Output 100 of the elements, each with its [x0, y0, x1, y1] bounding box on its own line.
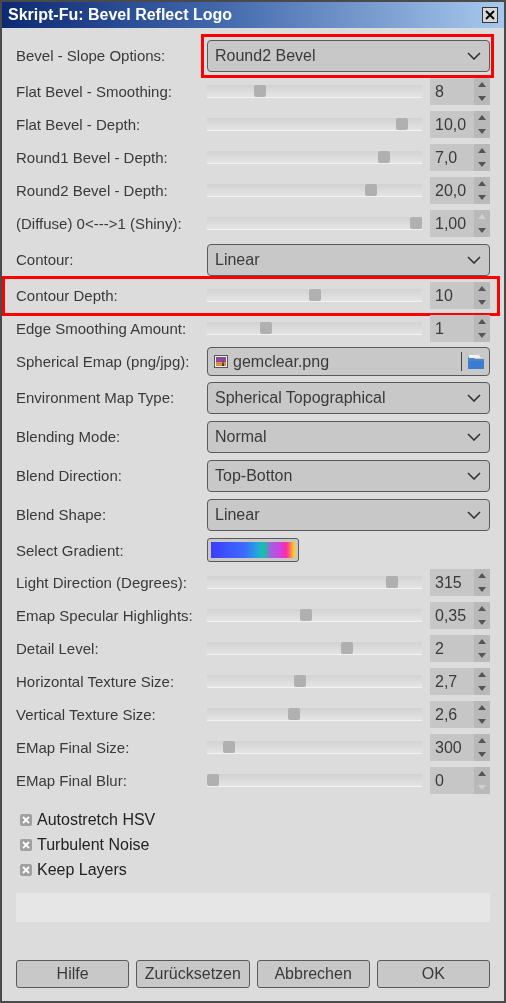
spin-field[interactable]: 2,6 [430, 701, 490, 728]
down-arrow-icon[interactable] [478, 751, 486, 757]
down-arrow-icon[interactable] [478, 332, 486, 338]
slider-track[interactable] [207, 217, 422, 230]
slider-track[interactable] [207, 85, 422, 98]
slider-track[interactable] [207, 708, 422, 721]
slider-thumb[interactable] [300, 609, 313, 621]
up-arrow-icon[interactable] [478, 639, 486, 645]
slider-thumb[interactable] [395, 118, 408, 130]
spin-field[interactable]: 10 [430, 282, 490, 309]
spin-field[interactable]: 315 [430, 569, 490, 596]
field-label: Spherical Emap (png/jpg): [16, 353, 191, 370]
slider-track[interactable] [207, 576, 422, 589]
slider-thumb[interactable] [377, 151, 390, 163]
up-arrow-icon[interactable] [478, 181, 486, 187]
slider-thumb[interactable] [223, 741, 236, 753]
spin-field[interactable]: 2 [430, 635, 490, 662]
up-arrow-icon[interactable] [478, 672, 486, 678]
down-arrow-icon[interactable] [478, 718, 486, 724]
up-arrow-icon[interactable] [478, 115, 486, 121]
slider-thumb[interactable] [308, 289, 321, 301]
spin-field[interactable]: 10,0 [430, 111, 490, 138]
down-arrow-icon[interactable] [478, 194, 486, 200]
slider-track[interactable] [207, 151, 422, 164]
field-label: Contour: [16, 251, 75, 268]
down-arrow-icon[interactable] [478, 586, 486, 592]
dialog-button[interactable]: Abbrechen [256, 960, 370, 988]
dropdown[interactable]: Round2 Bevel [207, 39, 490, 72]
slider-thumb[interactable] [207, 774, 219, 786]
spin-field[interactable]: 0 [430, 767, 490, 794]
up-arrow-icon[interactable] [478, 771, 486, 777]
field-label: Flat Bevel - Smoothing: [16, 83, 173, 100]
field-label: Round2 Bevel - Depth: [16, 182, 169, 199]
slider-track[interactable] [207, 118, 422, 131]
slider-track[interactable] [207, 184, 422, 197]
slider-thumb[interactable] [365, 184, 378, 196]
down-arrow-icon[interactable] [478, 227, 486, 233]
slider-track[interactable] [207, 642, 422, 655]
slider-track[interactable] [207, 609, 422, 622]
field-label: Emap Specular Highlights: [16, 607, 194, 624]
up-arrow-icon[interactable] [478, 82, 486, 88]
dropdown[interactable]: Normal [207, 420, 490, 453]
field-label: Bevel - Slope Options: [16, 47, 167, 64]
slider-track[interactable] [207, 774, 422, 787]
slider-thumb[interactable] [410, 217, 422, 229]
down-arrow-icon[interactable] [478, 619, 486, 625]
chevron-down-icon [467, 510, 481, 519]
slider-track[interactable] [207, 322, 422, 335]
dropdown[interactable]: Linear [207, 498, 490, 531]
spin-field[interactable]: 300 [430, 734, 490, 761]
slider-track[interactable] [207, 675, 422, 688]
up-arrow-icon[interactable] [478, 705, 486, 711]
up-arrow-icon[interactable] [478, 319, 486, 325]
chevron-down-icon [467, 471, 481, 480]
field-label: Blend Shape: [16, 506, 108, 523]
up-arrow-icon[interactable] [478, 286, 486, 292]
down-arrow-icon[interactable] [478, 128, 486, 134]
spin-field[interactable]: 1 [430, 315, 490, 342]
down-arrow-icon[interactable] [478, 95, 486, 101]
dialog-button[interactable]: OK [376, 960, 490, 988]
field-label: (Diffuse) 0<--->1 (Shiny): [16, 215, 183, 232]
dropdown[interactable]: Top-Botton [207, 459, 490, 492]
slider-track[interactable] [207, 741, 422, 754]
chevron-down-icon [467, 51, 481, 60]
field-label: Select Gradient: [16, 541, 125, 559]
up-arrow-icon[interactable] [478, 573, 486, 579]
up-arrow-icon[interactable] [478, 606, 486, 612]
field-label: Light Direction (Degrees): [16, 574, 188, 591]
slider-thumb[interactable] [253, 85, 266, 97]
folder-icon[interactable] [467, 353, 485, 370]
field-label: Horizontal Texture Size: [16, 673, 176, 690]
dropdown[interactable]: Linear [207, 243, 490, 276]
spin-field[interactable]: 7,0 [430, 144, 490, 171]
up-arrow-icon[interactable] [478, 148, 486, 154]
checkbox-label[interactable]: Autostretch HSV [37, 810, 156, 829]
dialog-button[interactable]: Hilfe [16, 960, 130, 988]
spin-field[interactable]: 0,35 [430, 602, 490, 629]
up-arrow-icon[interactable] [478, 738, 486, 744]
field-label: Flat Bevel - Depth: [16, 116, 142, 133]
slider-track[interactable] [207, 289, 422, 302]
slider-thumb[interactable] [288, 708, 301, 720]
slider-thumb[interactable] [259, 322, 272, 334]
down-arrow-icon[interactable] [478, 161, 486, 167]
dialog-button[interactable]: Zurücksetzen [136, 960, 250, 988]
gradient-button[interactable] [207, 538, 299, 562]
slider-thumb[interactable] [340, 642, 353, 654]
down-arrow-icon[interactable] [478, 685, 486, 691]
checkbox-label[interactable]: Turbulent Noise [37, 835, 150, 854]
spin-field[interactable]: 2,7 [430, 668, 490, 695]
slider-thumb[interactable] [294, 675, 307, 687]
down-arrow-icon[interactable] [478, 652, 486, 658]
down-arrow-icon[interactable] [478, 299, 486, 305]
checkbox-label[interactable]: Keep Layers [37, 860, 127, 879]
spin-field[interactable]: 20,0 [430, 177, 490, 204]
file-field[interactable]: gemclear.png [207, 347, 490, 376]
field-label: Round1 Bevel - Depth: [16, 149, 169, 166]
slider-thumb[interactable] [385, 576, 398, 588]
spin-field[interactable]: 1,00 [430, 210, 490, 237]
spin-field[interactable]: 8 [430, 78, 490, 105]
dropdown[interactable]: Spherical Topographical [207, 381, 490, 414]
